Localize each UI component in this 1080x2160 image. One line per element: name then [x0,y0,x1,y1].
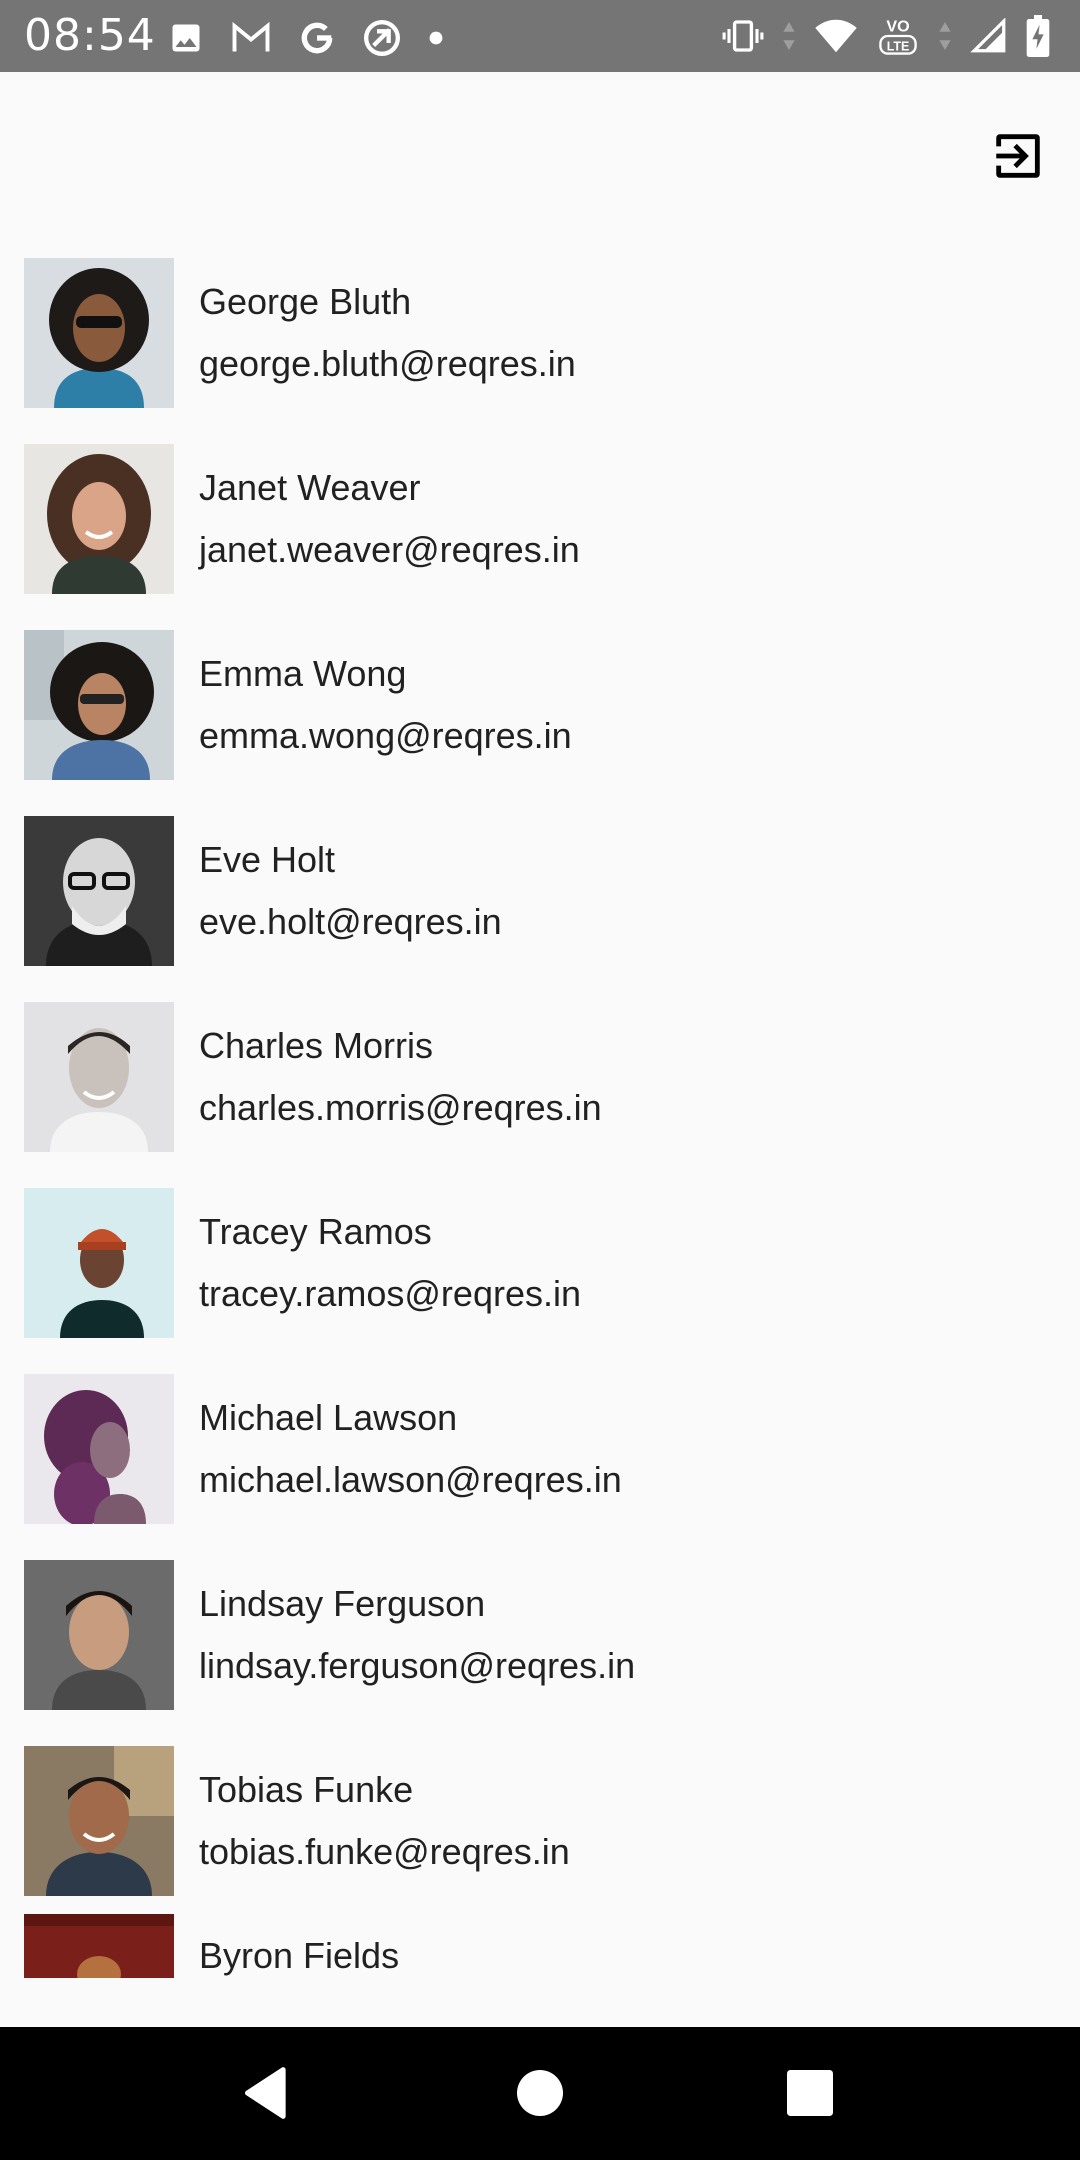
screen: 08:54 VO LTE George Bluth george.bluth@r… [0,0,1080,2160]
user-email: janet.weaver@reqres.in [199,529,580,570]
user-list-item[interactable]: Tracey Ramos tracey.ramos@reqres.in [0,1170,1080,1356]
user-name: Tobias Funke [199,1769,414,1810]
user-name: Janet Weaver [199,467,421,508]
user-email: lindsay.ferguson@reqres.in [199,1645,636,1686]
user-name: Emma Wong [199,653,407,694]
status-time: 08:54 [24,10,156,61]
status-bar: 08:54 VO LTE [0,0,1080,72]
gmail-icon [230,20,272,56]
user-email: emma.wong@reqres.in [199,715,572,756]
avatar [24,630,174,780]
battery-charging-icon [1026,15,1050,57]
avatar [24,444,174,594]
status-right-icons: VO LTE [722,14,1050,58]
avatar [24,258,174,408]
user-list-item[interactable]: Janet Weaver janet.weaver@reqres.in [0,426,1080,612]
user-email: michael.lawson@reqres.in [199,1459,622,1500]
google-icon [298,19,336,57]
recents-button[interactable] [778,2061,842,2125]
avatar [24,816,174,966]
logout-button[interactable] [986,124,1050,188]
user-list-item[interactable]: Byron Fields [0,1914,1080,1994]
home-icon [517,2070,563,2116]
user-email: george.bluth@reqres.in [199,343,576,384]
user-email: charles.morris@reqres.in [199,1087,602,1128]
data-arrows-icon-2 [938,19,952,53]
app-bar [0,72,1080,240]
sync-icon [362,18,402,58]
user-email: tobias.funke@reqres.in [199,1831,570,1872]
avatar [24,1188,174,1338]
user-list-item[interactable]: Michael Lawson michael.lawson@reqres.in [0,1356,1080,1542]
user-name: George Bluth [199,281,412,322]
back-icon [244,2067,286,2119]
vibrate-icon [722,19,764,53]
user-list-item[interactable]: Emma Wong emma.wong@reqres.in [0,612,1080,798]
user-list: George Bluth george.bluth@reqres.in Jane… [0,240,1080,2027]
logout-icon [996,134,1040,178]
status-left-icons [168,18,444,58]
user-list-item[interactable]: Tobias Funke tobias.funke@reqres.in [0,1728,1080,1914]
user-name: Lindsay Ferguson [199,1583,486,1624]
image-icon [168,20,204,56]
user-list-item[interactable]: Lindsay Ferguson lindsay.ferguson@reqres… [0,1542,1080,1728]
navigation-bar [0,2027,1080,2160]
volte-vo-text: VO [886,18,909,36]
avatar [24,1914,174,1978]
user-name: Michael Lawson [199,1397,458,1438]
avatar [24,1560,174,1710]
user-name: Byron Fields [199,1935,400,1976]
user-email: tracey.ramos@reqres.in [199,1273,581,1314]
user-name: Tracey Ramos [199,1211,432,1252]
volte-icon: VO LTE [876,14,920,58]
wifi-icon [814,18,858,54]
dot-icon [428,30,444,46]
recents-icon [787,2070,833,2116]
user-list-item[interactable]: Charles Morris charles.morris@reqres.in [0,984,1080,1170]
user-name: Charles Morris [199,1025,434,1066]
volte-lte-text: LTE [887,40,910,54]
data-arrows-icon [782,19,796,53]
back-button[interactable] [234,2061,298,2125]
avatar [24,1002,174,1152]
home-button[interactable] [508,2061,572,2125]
user-name: Eve Holt [199,839,336,880]
user-list-item[interactable]: Eve Holt eve.holt@reqres.in [0,798,1080,984]
avatar [24,1746,174,1896]
user-list-item[interactable]: George Bluth george.bluth@reqres.in [0,240,1080,426]
user-email: eve.holt@reqres.in [199,901,502,942]
signal-icon [970,18,1008,54]
avatar [24,1374,174,1524]
